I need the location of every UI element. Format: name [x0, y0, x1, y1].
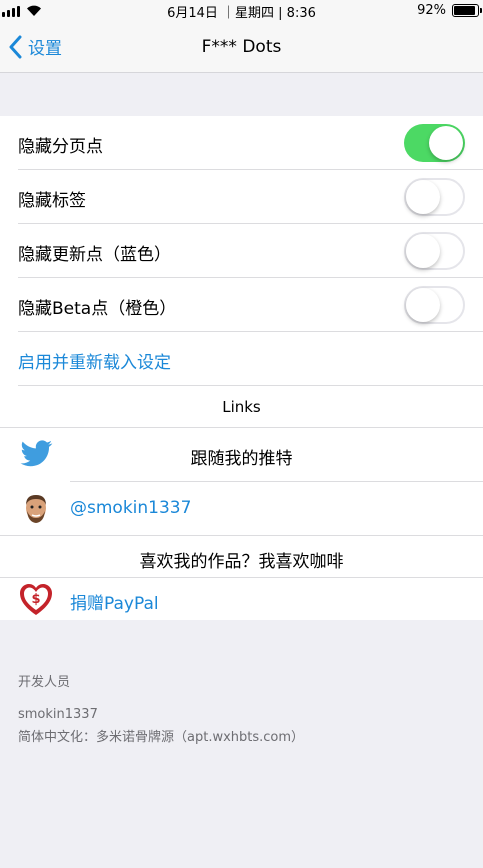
- status-bar: 6月14日 ｜星期四 | 8:36 92%: [0, 0, 483, 21]
- toggle-knob: [406, 234, 440, 268]
- twitter-handle-row[interactable]: @smokin1337: [0, 482, 483, 536]
- heart-dollar-icon: $: [20, 584, 52, 615]
- row-hide-beta-dots: 隐藏Beta点（橙色）: [0, 278, 483, 332]
- donate-paypal-row[interactable]: $ 捐赠PayPal: [0, 578, 483, 620]
- developer-avatar-icon: [26, 495, 46, 523]
- localization-credit: 简体中文化：多米诺骨牌源（apt.wxhbts.com）: [18, 730, 305, 745]
- developer-name: smokin1337: [18, 707, 98, 722]
- coffee-label: 喜欢我的作品？我喜欢咖啡: [139, 552, 344, 572]
- respring-label: 启用并重新载入设定: [18, 353, 171, 373]
- donate-paypal-label: 捐赠PayPal: [70, 594, 159, 614]
- toggle-knob: [429, 126, 463, 160]
- svg-text:$: $: [31, 592, 40, 607]
- battery-icon: [452, 3, 482, 17]
- developer-header: 开发人员: [18, 675, 71, 690]
- toggle-knob: [406, 288, 440, 322]
- status-right: 92%: [417, 1, 482, 19]
- row-hide-labels: 隐藏标签: [0, 170, 483, 224]
- hide-page-dots-toggle[interactable]: [404, 124, 465, 162]
- navigation-bar: 设置 F*** Dots: [0, 20, 483, 73]
- hide-labels-label: 隐藏标签: [18, 191, 86, 211]
- hide-labels-toggle[interactable]: [404, 178, 465, 216]
- hide-update-dots-toggle[interactable]: [404, 232, 465, 270]
- battery-fill: [454, 5, 476, 15]
- hide-beta-dots-label: 隐藏Beta点（橙色）: [18, 299, 177, 319]
- status-time: 6月14日 ｜星期四 | 8:36: [167, 6, 316, 21]
- battery-percent: 92%: [417, 2, 446, 18]
- page-title: F*** Dots: [201, 37, 282, 57]
- links-header: Links: [222, 398, 261, 416]
- row-hide-page-dots: 隐藏分页点: [0, 116, 483, 170]
- hide-page-dots-label: 隐藏分页点: [18, 137, 103, 157]
- links-header-row: Links: [0, 386, 483, 428]
- toggle-knob: [406, 180, 440, 214]
- hide-update-dots-label: 隐藏更新点（蓝色）: [18, 245, 171, 265]
- hide-beta-dots-toggle[interactable]: [404, 286, 465, 324]
- follow-twitter-label: 跟随我的推特: [190, 449, 293, 469]
- respring-button[interactable]: 启用并重新载入设定: [0, 332, 483, 386]
- row-hide-update-dots: 隐藏更新点（蓝色）: [0, 224, 483, 278]
- coffee-row: 喜欢我的作品？我喜欢咖啡: [0, 536, 483, 578]
- twitter-handle-label: @smokin1337: [70, 498, 192, 518]
- settings-group: 隐藏分页点 隐藏标签 隐藏更新点（蓝色） 隐藏Beta点（橙色） 启用并重新载入…: [0, 116, 483, 620]
- follow-twitter-row[interactable]: 跟随我的推特: [0, 428, 483, 482]
